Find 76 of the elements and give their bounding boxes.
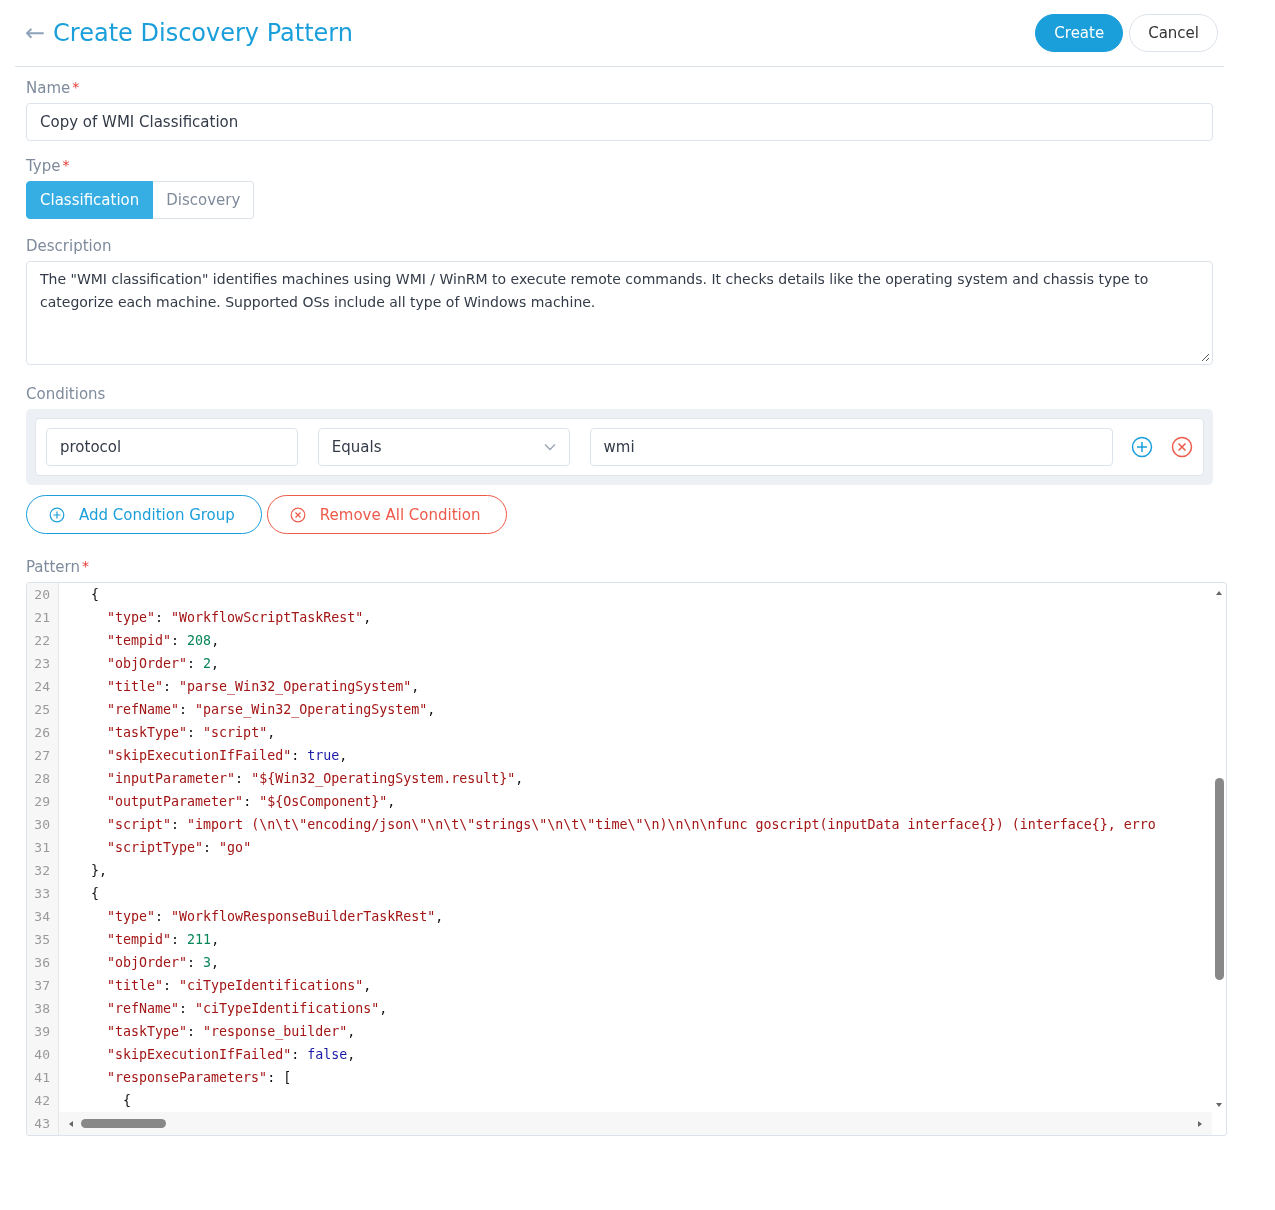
line-number: 35 bbox=[27, 928, 59, 951]
code-editor[interactable] bbox=[26, 582, 1227, 1136]
code-line: "outputParameter": "${OsComponent}", bbox=[106, 794, 396, 809]
page-title: Create Discovery Pattern bbox=[53, 19, 355, 47]
code-line: "skipExecutionIfFailed": true, bbox=[106, 748, 348, 763]
line-number: 41 bbox=[27, 1066, 59, 1089]
line-number: 22 bbox=[27, 629, 59, 652]
horizontal-scrollbar-thumb[interactable] bbox=[81, 1119, 166, 1128]
code-line: "script": "import (\n\t\"encoding/json\"\n\t\"strings\"\n\t\"time\"\n)\n\n\nfunc goscript(inputData interface{}) (interface{}, erro bbox=[106, 817, 1156, 832]
type-option[interactable]: Discovery bbox=[153, 181, 255, 219]
scroll-right-icon[interactable] bbox=[1196, 1119, 1204, 1128]
field-label: Type bbox=[26, 157, 61, 175]
code-line: "skipExecutionIfFailed": false, bbox=[106, 1047, 356, 1062]
code-line: "type": "WorkflowResponseBuilderTaskRest", bbox=[106, 909, 444, 924]
required-mark: * bbox=[81, 558, 89, 576]
line-number: 21 bbox=[27, 606, 59, 629]
cancel-button[interactable]: Cancel bbox=[1129, 14, 1218, 52]
field-label: Description bbox=[26, 237, 112, 255]
code-line: "scriptType": "go" bbox=[106, 840, 252, 855]
line-number: 36 bbox=[27, 951, 59, 974]
scroll-up-icon[interactable] bbox=[1215, 589, 1223, 597]
name-field[interactable]: Copy of WMI Classification bbox=[26, 103, 1213, 141]
line-number: 40 bbox=[27, 1043, 59, 1066]
line-number: 25 bbox=[27, 698, 59, 721]
code-line: }, bbox=[90, 863, 108, 878]
code-line: "refName": "ciTypeIdentifications", bbox=[106, 1001, 388, 1016]
scroll-left-icon[interactable] bbox=[67, 1119, 75, 1128]
code-line: "title": "ciTypeIdentifications", bbox=[106, 978, 372, 993]
description-field[interactable]: The "WMI classification" identifies machines using WMI / WinRM to execute remote commands. It checks details like the operating system and chassis type to categorize each machine. Supported OSs include all type of Windows machine. bbox=[26, 261, 1213, 365]
line-number: 29 bbox=[27, 790, 59, 813]
required-mark: * bbox=[72, 79, 80, 97]
line-number: 20 bbox=[27, 583, 59, 606]
code-line: "inputParameter": "${Win32_OperatingSystem.result}", bbox=[106, 771, 524, 786]
code-line: "taskType": "script", bbox=[106, 725, 276, 740]
code-line: "tempid": 208, bbox=[106, 633, 220, 648]
line-number: 39 bbox=[27, 1020, 59, 1043]
line-number: 31 bbox=[27, 836, 59, 859]
scroll-down-icon[interactable] bbox=[1215, 1101, 1223, 1109]
required-mark: * bbox=[62, 157, 70, 175]
line-number: 42 bbox=[27, 1089, 59, 1112]
line-number: 30 bbox=[27, 813, 59, 836]
code-line: "tempid": 211, bbox=[106, 932, 220, 947]
add-icon[interactable] bbox=[1131, 436, 1153, 458]
field-label: Pattern bbox=[26, 558, 80, 576]
code-line: { bbox=[90, 886, 100, 901]
code-line: { bbox=[122, 1093, 132, 1108]
line-number: 28 bbox=[27, 767, 59, 790]
value-input[interactable]: wmi bbox=[589, 428, 1114, 466]
code-line: { bbox=[90, 587, 100, 602]
field-label: Conditions bbox=[26, 385, 106, 403]
code-line: "objOrder": 3, bbox=[106, 955, 220, 970]
field-label: Name bbox=[26, 79, 71, 97]
line-number: 32 bbox=[27, 859, 59, 882]
code-line: "refName": "parse_Win32_OperatingSystem", bbox=[106, 702, 436, 717]
operator-select[interactable]: Equals bbox=[317, 428, 570, 466]
x-circle-icon bbox=[289, 506, 306, 523]
line-number: 23 bbox=[27, 652, 59, 675]
code-line: "responseParameters": [ bbox=[106, 1070, 292, 1085]
line-number: 27 bbox=[27, 744, 59, 767]
vertical-scrollbar-thumb[interactable] bbox=[1214, 778, 1224, 980]
chevron-down-icon bbox=[543, 443, 556, 451]
plus-circle-icon bbox=[49, 506, 65, 523]
line-number: 38 bbox=[27, 997, 59, 1020]
remove-icon[interactable] bbox=[1171, 436, 1193, 458]
line-number: 37 bbox=[27, 974, 59, 997]
field-input[interactable]: protocol bbox=[46, 428, 298, 466]
line-number: 34 bbox=[27, 905, 59, 928]
line-number: 33 bbox=[27, 882, 59, 905]
code-line: "objOrder": 2, bbox=[106, 656, 220, 671]
line-number: 24 bbox=[27, 675, 59, 698]
code-line: "title": "parse_Win32_OperatingSystem", bbox=[106, 679, 420, 694]
code-line: "taskType": "response_builder", bbox=[106, 1024, 356, 1039]
code-line: "type": "WorkflowScriptTaskRest", bbox=[106, 610, 372, 625]
line-number: 43 bbox=[27, 1112, 59, 1135]
line-number: 26 bbox=[27, 721, 59, 744]
resize-grip-icon[interactable] bbox=[1200, 352, 1210, 362]
